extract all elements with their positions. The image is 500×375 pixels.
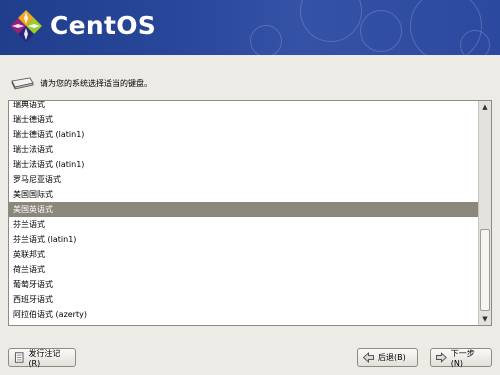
banner-decoration [300,0,362,42]
list-item[interactable]: 西班牙语式 [9,292,478,307]
list-item[interactable]: 阿拉伯语式 (azerty) [9,307,478,322]
scroll-down-arrow-icon[interactable]: ▼ [480,314,490,324]
release-notes-button[interactable]: 发行注记(R) [8,348,76,368]
brand-name: CentOS [50,11,157,40]
back-label: 后退(B) [378,353,406,362]
banner-decoration [250,25,282,55]
vertical-scrollbar[interactable]: ▲ ▼ [478,101,491,325]
prompt-text: 请为您的系统选择适当的键盘。 [40,78,152,88]
banner-decoration [460,30,490,55]
keyboard-icon [11,77,34,90]
list-item[interactable]: 罗马尼亚语式 [9,172,478,187]
list-item[interactable]: 芬兰语式 [9,217,478,232]
list-item[interactable]: 荷兰语式 [9,262,478,277]
back-button[interactable]: 后退(B) [357,348,418,367]
list-item[interactable]: 葡萄牙语式 [9,277,478,292]
centos-logo-icon [10,10,42,42]
list-item[interactable]: 英联邦式 [9,247,478,262]
scroll-up-arrow-icon[interactable]: ▲ [480,102,490,112]
list-item[interactable]: 瑞士法语式 [9,142,478,157]
arrow-left-icon [363,352,374,363]
list-item[interactable]: 美国国际式 [9,187,478,202]
release-notes-label: 发行注记(R) [28,348,61,368]
list-item[interactable]: 瑞士德语式 (latin1) [9,127,478,142]
next-label: 下一步(N) [450,348,475,368]
arrow-right-icon [436,352,447,363]
list-item[interactable]: 瑞士法语式 (latin1) [9,157,478,172]
scrollbar-thumb[interactable] [480,229,490,311]
list-item[interactable]: 瑞典语式 [9,101,478,112]
next-button[interactable]: 下一步(N) [430,348,492,368]
keyboard-prompt: 请为您的系统选择适当的键盘。 [10,74,152,92]
list-item-selected[interactable]: 美国英语式 [9,202,478,217]
list-item[interactable]: 瑞士德语式 [9,112,478,127]
list-item[interactable]: 芬兰语式 (latin1) [9,232,478,247]
document-icon [14,352,24,363]
header-banner: CentOS [0,0,500,55]
keyboard-list-items: 瑞典语式 瑞士德语式 瑞士德语式 (latin1) 瑞士法语式 瑞士法语式 (latin… [9,101,478,322]
keyboard-list[interactable]: 瑞典语式 瑞士德语式 瑞士德语式 (latin1) 瑞士法语式 瑞士法语式 (latin… [8,100,492,326]
banner-decoration [360,10,402,52]
